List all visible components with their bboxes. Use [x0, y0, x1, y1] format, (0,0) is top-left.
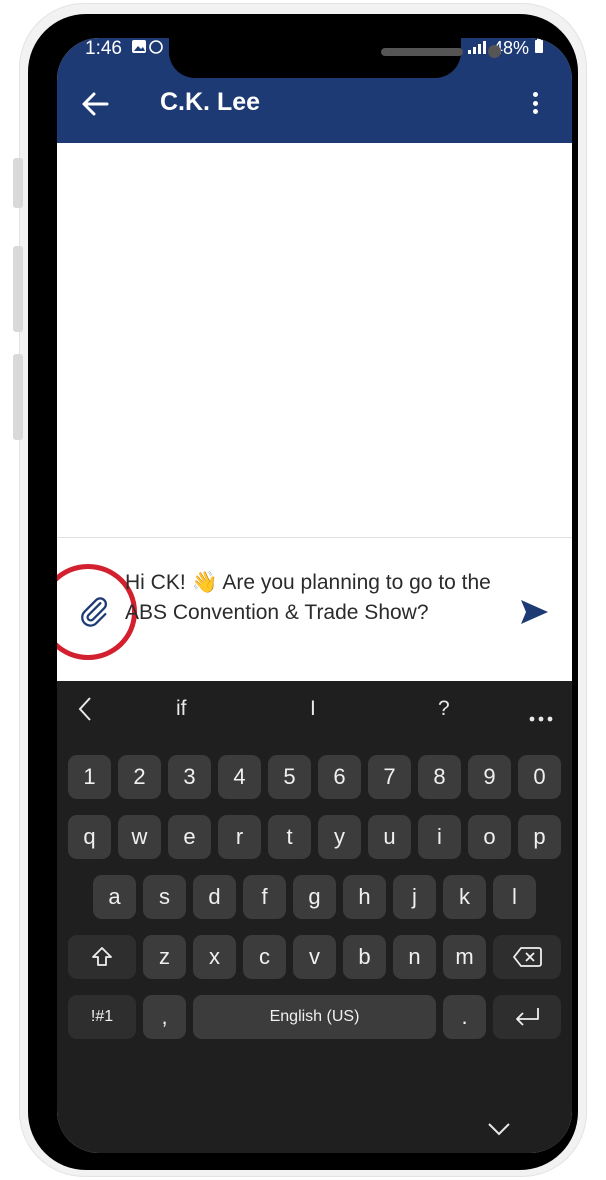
- key-8[interactable]: 8: [418, 755, 461, 799]
- key-4[interactable]: 4: [218, 755, 261, 799]
- back-button[interactable]: [77, 86, 113, 122]
- more-vertical-icon: [520, 92, 550, 114]
- key-9[interactable]: 9: [468, 755, 511, 799]
- period-key[interactable]: .: [443, 995, 486, 1039]
- key-f[interactable]: f: [243, 875, 286, 919]
- shift-icon: [92, 947, 112, 966]
- suggestion-2[interactable]: I: [310, 697, 316, 721]
- key-b[interactable]: b: [343, 935, 386, 979]
- phone-side-button: [13, 354, 23, 440]
- signal-icon: [467, 41, 486, 54]
- suggestion-3[interactable]: ?: [438, 697, 450, 721]
- key-6[interactable]: 6: [318, 755, 361, 799]
- key-5[interactable]: 5: [268, 755, 311, 799]
- more-options-button[interactable]: [520, 90, 550, 122]
- conversation-title: C.K. Lee: [160, 88, 261, 116]
- key-e[interactable]: e: [168, 815, 211, 859]
- key-a[interactable]: a: [93, 875, 136, 919]
- hide-keyboard-button[interactable]: [487, 1121, 511, 1137]
- suggestion-back-button[interactable]: [77, 695, 93, 728]
- message-thread: [57, 143, 572, 537]
- backspace-key[interactable]: [493, 935, 561, 979]
- key-n[interactable]: n: [393, 935, 436, 979]
- more-horizontal-icon[interactable]: [529, 709, 553, 727]
- status-time: 1:46: [85, 38, 122, 59]
- key-p[interactable]: p: [518, 815, 561, 859]
- chevron-down-icon: [488, 1123, 510, 1136]
- phone-side-button: [13, 246, 23, 332]
- speaker-grille: [381, 48, 463, 56]
- back-arrow-icon: [82, 92, 109, 116]
- key-x[interactable]: x: [193, 935, 236, 979]
- enter-icon: [516, 1008, 539, 1026]
- key-v[interactable]: v: [293, 935, 336, 979]
- key-k[interactable]: k: [443, 875, 486, 919]
- symbols-key[interactable]: !#1: [68, 995, 136, 1039]
- enter-key[interactable]: [493, 995, 561, 1039]
- key-7[interactable]: 7: [368, 755, 411, 799]
- key-m[interactable]: m: [443, 935, 486, 979]
- key-h[interactable]: h: [343, 875, 386, 919]
- key-q[interactable]: q: [68, 815, 111, 859]
- send-button[interactable]: [518, 596, 550, 628]
- key-c[interactable]: c: [243, 935, 286, 979]
- key-y[interactable]: y: [318, 815, 361, 859]
- compose-bar: Hi CK! 👋 Are you planning to go to the A…: [57, 538, 572, 681]
- key-2[interactable]: 2: [118, 755, 161, 799]
- phone-side-button: [13, 158, 23, 208]
- key-w[interactable]: w: [118, 815, 161, 859]
- front-camera: [488, 45, 501, 58]
- chevron-left-icon: [78, 697, 91, 721]
- key-o[interactable]: o: [468, 815, 511, 859]
- status-notification-icons: [131, 39, 165, 60]
- phone-screen: 1:46 48% C.K. Lee Hi CK! 👋 Are you plann…: [57, 38, 572, 1153]
- space-key[interactable]: English (US): [193, 995, 436, 1039]
- key-t[interactable]: t: [268, 815, 311, 859]
- backspace-icon: [513, 947, 542, 967]
- send-icon: [521, 600, 548, 624]
- key-z[interactable]: z: [143, 935, 186, 979]
- key-g[interactable]: g: [293, 875, 336, 919]
- keyboard: if I ? 1 2 3 4 5 6 7 8 9 0 q w e r t y u…: [57, 681, 572, 1153]
- key-u[interactable]: u: [368, 815, 411, 859]
- shift-key[interactable]: [68, 935, 136, 979]
- key-j[interactable]: j: [393, 875, 436, 919]
- key-d[interactable]: d: [193, 875, 236, 919]
- battery-icon: [535, 38, 543, 53]
- camera-notch: [169, 38, 501, 78]
- key-s[interactable]: s: [143, 875, 186, 919]
- suggestion-1[interactable]: if: [176, 697, 187, 721]
- key-0[interactable]: 0: [518, 755, 561, 799]
- suggestion-bar: if I ?: [57, 681, 572, 743]
- message-input[interactable]: Hi CK! 👋 Are you planning to go to the A…: [125, 568, 505, 628]
- key-i[interactable]: i: [418, 815, 461, 859]
- key-3[interactable]: 3: [168, 755, 211, 799]
- key-l[interactable]: l: [493, 875, 536, 919]
- gallery-notification-icon: [132, 40, 163, 54]
- status-right: 48%: [467, 38, 544, 59]
- key-r[interactable]: r: [218, 815, 261, 859]
- key-1[interactable]: 1: [68, 755, 111, 799]
- comma-key[interactable]: ,: [143, 995, 186, 1039]
- app-bar: 1:46 48% C.K. Lee: [57, 38, 572, 143]
